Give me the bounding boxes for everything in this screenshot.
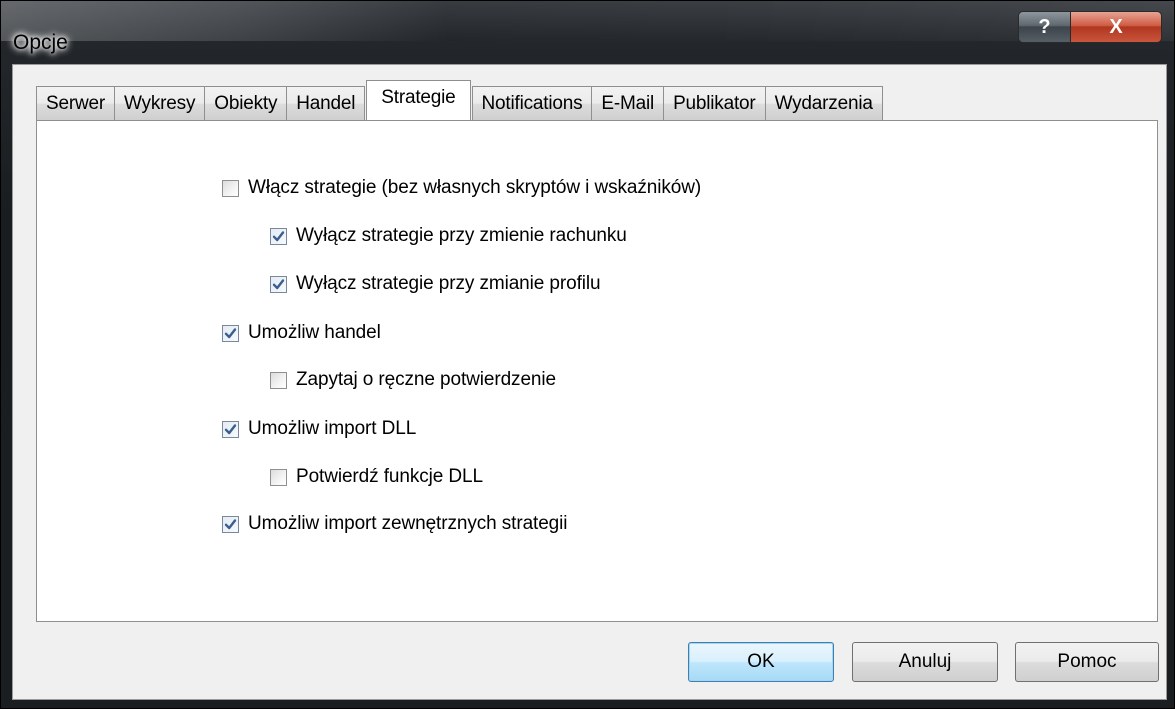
confirm-dll-functions-checkbox[interactable] (270, 468, 287, 486)
option-allow-dll-import[interactable]: Umożliw import DLL (222, 418, 416, 440)
manual-confirmation-checkbox[interactable] (270, 371, 287, 389)
option-allow-external-strategies[interactable]: Umożliw import zewnętrznych strategii (222, 513, 568, 535)
cancel-button[interactable]: Anuluj (852, 642, 998, 682)
allow-external-strategies-checkbox[interactable] (222, 515, 239, 533)
allow-trading-checkbox[interactable] (222, 324, 239, 342)
option-label: Umożliw handel (248, 322, 381, 343)
option-disable-on-profile-change[interactable]: Wyłącz strategie przy zmianie profilu (270, 273, 601, 295)
disable-on-profile-change-checkbox[interactable] (270, 275, 287, 293)
option-manual-confirmation[interactable]: Zapytaj o ręczne potwierdzenie (270, 369, 556, 391)
close-icon: X (1109, 15, 1123, 38)
checkmark-icon (224, 518, 237, 529)
tab-strategie[interactable]: Strategie (366, 80, 471, 120)
option-label: Włącz strategie (bez własnych skryptów i… (248, 177, 702, 198)
option-confirm-dll-functions[interactable]: Potwierdź funkcje DLL (270, 466, 483, 488)
enable-strategies-checkbox[interactable] (222, 179, 239, 197)
option-disable-on-account-change[interactable]: Wyłącz strategie przy zmienie rachunku (270, 225, 627, 247)
option-label: Wyłącz strategie przy zmianie profilu (296, 273, 601, 294)
allow-dll-import-checkbox[interactable] (222, 420, 239, 438)
tab-obiekty[interactable]: Obiekty (204, 86, 288, 120)
dialog-client-area: Serwer Wykresy Obiekty Handel Strategie … (12, 64, 1167, 700)
help-caption-button[interactable]: ? (1018, 11, 1070, 43)
option-label: Wyłącz strategie przy zmienie rachunku (296, 225, 627, 246)
tab-wydarzenia[interactable]: Wydarzenia (764, 86, 883, 120)
tab-bar: Serwer Wykresy Obiekty Handel Strategie … (36, 80, 883, 120)
tab-publikator[interactable]: Publikator (663, 86, 766, 120)
checkmark-icon (224, 327, 237, 338)
tab-handel[interactable]: Handel (286, 86, 366, 120)
tab-e-mail[interactable]: E-Mail (591, 86, 665, 120)
close-button[interactable]: X (1070, 11, 1162, 43)
tab-wykresy[interactable]: Wykresy (113, 86, 206, 120)
option-label: Umożliw import DLL (248, 418, 417, 439)
tab-notifications[interactable]: Notifications (471, 86, 593, 120)
option-enable-strategies[interactable]: Włącz strategie (bez własnych skryptów i… (222, 177, 701, 199)
disable-on-account-change-checkbox[interactable] (270, 227, 287, 245)
option-label: Umożliw import zewnętrznych strategii (248, 513, 568, 534)
option-label: Zapytaj o ręczne potwierdzenie (296, 369, 556, 390)
tab-serwer[interactable]: Serwer (36, 86, 115, 120)
checkmark-icon (224, 423, 237, 434)
option-allow-trading[interactable]: Umożliw handel (222, 322, 381, 344)
option-label: Potwierdź funkcje DLL (296, 466, 483, 487)
question-mark-icon: ? (1038, 15, 1051, 38)
help-button[interactable]: Pomoc (1015, 642, 1159, 682)
checkmark-icon (272, 230, 285, 241)
checkmark-icon (272, 278, 285, 289)
dialog-window: Opcje ? X Serwer Wykresy Obiekty Handel … (0, 0, 1175, 709)
strategie-tab-panel: Włącz strategie (bez własnych skryptów i… (36, 120, 1158, 622)
window-title: Opcje (13, 31, 68, 54)
caption-buttons: ? X (1018, 11, 1162, 43)
ok-button[interactable]: OK (688, 642, 834, 682)
